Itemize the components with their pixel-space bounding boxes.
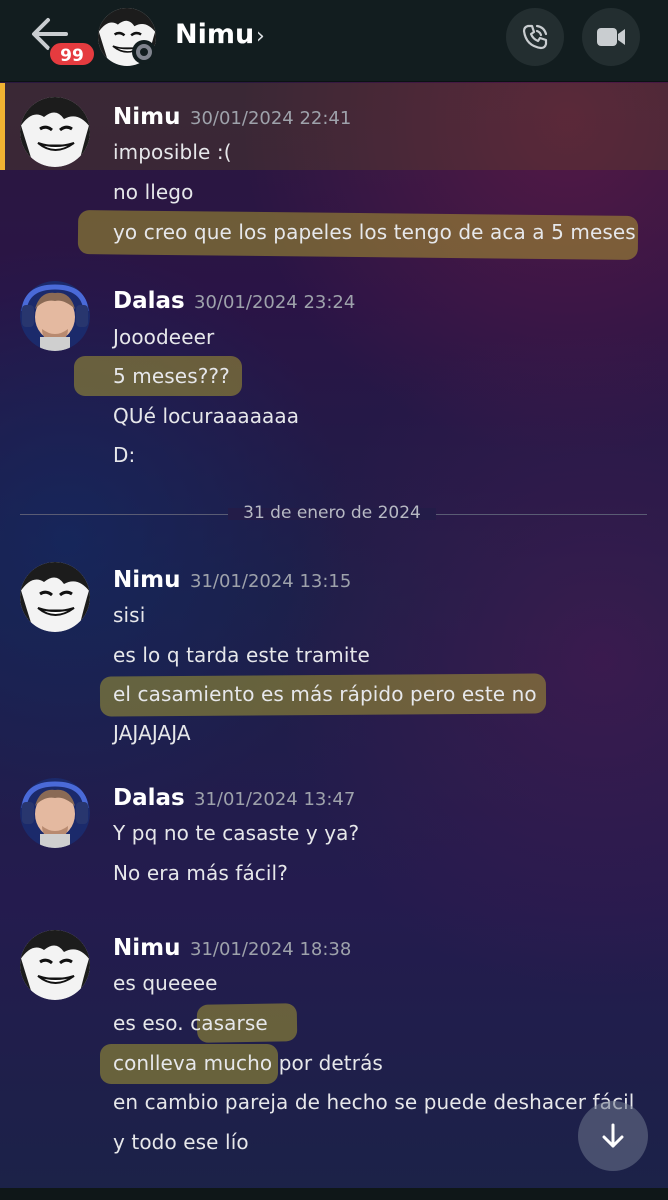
dalas-avatar[interactable] xyxy=(20,778,90,848)
nimu-avatar[interactable] xyxy=(20,97,90,167)
message-text: el casamiento es más rápido pero este no xyxy=(113,682,537,706)
message-author[interactable]: Dalas xyxy=(113,288,185,314)
message-group[interactable]: Dalas 30/01/2024 23:24 Jooodeeer 5 meses… xyxy=(0,273,668,473)
message-text: sisi xyxy=(113,603,146,627)
nimu-avatar[interactable] xyxy=(20,562,90,632)
message-group[interactable]: Nimu 30/01/2024 22:41 imposible :( no ll… xyxy=(0,83,668,273)
message-text: es lo q tarda este tramite xyxy=(113,643,370,667)
message-timestamp: 31/01/2024 18:38 xyxy=(190,939,352,960)
message-text: es queeee xyxy=(113,971,218,995)
status-offline-icon xyxy=(132,40,156,64)
chevron-right-icon[interactable]: › xyxy=(256,24,265,49)
nimu-avatar[interactable] xyxy=(20,930,90,1000)
message-timestamp: 30/01/2024 22:41 xyxy=(190,108,352,129)
arrow-down-icon xyxy=(602,1123,624,1148)
message-author[interactable]: Nimu xyxy=(113,935,180,961)
voice-call-button[interactable] xyxy=(506,8,564,66)
message-text: en cambio pareja de hecho se puede desha… xyxy=(113,1090,635,1114)
message-timestamp: 31/01/2024 13:47 xyxy=(194,789,356,810)
message-text: conlleva mucho por detrás xyxy=(113,1051,383,1075)
jump-to-present-button[interactable] xyxy=(578,1101,648,1171)
phone-call-icon xyxy=(522,24,548,50)
contact-name[interactable]: Nimu xyxy=(175,19,254,50)
unread-badge: 99 xyxy=(48,41,96,67)
message-text: es eso. casarse xyxy=(113,1011,268,1035)
message-text: No era más fácil? xyxy=(113,861,288,885)
video-camera-icon xyxy=(597,28,625,46)
message-author[interactable]: Nimu xyxy=(113,567,180,593)
message-text: imposible :( xyxy=(113,140,232,164)
message-text: 5 meses??? xyxy=(113,364,230,388)
message-list[interactable]: Nimu 30/01/2024 22:41 imposible :( no ll… xyxy=(0,83,668,1200)
dalas-avatar[interactable] xyxy=(20,281,90,351)
message-author[interactable]: Dalas xyxy=(113,785,185,811)
message-timestamp: 31/01/2024 13:15 xyxy=(190,571,352,592)
message-text: D: xyxy=(113,443,136,467)
message-group[interactable]: Nimu 31/01/2024 13:15 sisi es lo q tarda… xyxy=(0,553,668,753)
date-divider-label: 31 de enero de 2024 xyxy=(243,503,421,523)
message-author[interactable]: Nimu xyxy=(113,104,180,130)
message-text: JAJAJAJA xyxy=(113,721,191,745)
message-text: Y pq no te casaste y ya? xyxy=(113,821,360,845)
message-text: y todo ese lío xyxy=(113,1130,249,1154)
video-call-button[interactable] xyxy=(582,8,640,66)
message-group[interactable]: Nimu 31/01/2024 18:38 es queeee es eso. … xyxy=(0,923,668,1163)
message-text: QUé locuraaaaaaa xyxy=(113,404,300,428)
message-timestamp: 30/01/2024 23:24 xyxy=(194,292,356,313)
bottom-bar xyxy=(0,1188,668,1200)
message-text: no llego xyxy=(113,180,194,204)
message-text: yo creo que los papeles los tengo de aca… xyxy=(113,220,636,244)
message-text: Jooodeeer xyxy=(113,325,215,349)
chat-header: 99 Nimu › xyxy=(0,0,668,82)
message-group[interactable]: Dalas 31/01/2024 13:47 Y pq no te casast… xyxy=(0,773,668,903)
